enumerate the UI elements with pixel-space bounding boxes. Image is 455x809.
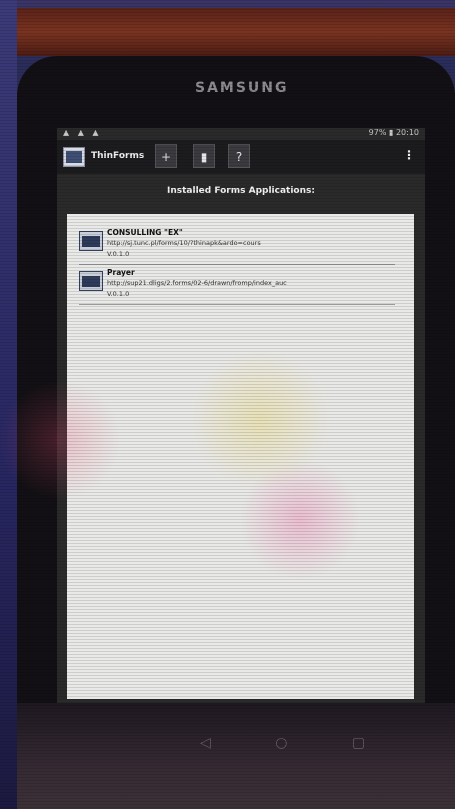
list-item[interactable]: Prayer http://sup21.dligs/2.forms/02-6/d… bbox=[79, 268, 395, 305]
form-version: V.0.1.0 bbox=[107, 250, 130, 258]
form-url: http://sup21.dligs/2.forms/02-6/drawn/fr… bbox=[107, 279, 287, 287]
status-bar: ▲ ▲ ▲ 97% ▮ 20:10 bbox=[57, 128, 425, 138]
page-title: Installed Forms Applications: bbox=[167, 186, 315, 196]
form-name: CONSULLING "EX" bbox=[107, 228, 183, 237]
device-screen: ▲ ▲ ▲ 97% ▮ 20:10 ThinForms + ▮ ? ⋮ Inst… bbox=[57, 128, 425, 703]
app-title: ThinForms bbox=[91, 151, 145, 161]
help-button[interactable]: ? bbox=[228, 144, 250, 168]
android-button[interactable]: ▮ bbox=[193, 144, 215, 168]
form-icon bbox=[79, 271, 103, 291]
notification-icons: ▲ ▲ ▲ bbox=[63, 128, 102, 137]
list-item[interactable]: CONSULLING "EX" http://sj.tunc.pl/forms/… bbox=[79, 228, 395, 265]
left-edge bbox=[0, 0, 17, 809]
status-right: 97% ▮ 20:10 bbox=[368, 128, 419, 137]
overflow-menu-icon[interactable]: ⋮ bbox=[403, 148, 415, 162]
add-form-button[interactable]: + bbox=[155, 144, 177, 168]
wood-surface bbox=[17, 8, 455, 56]
nav-keys: ◁ ○ ▢ bbox=[200, 735, 396, 751]
form-icon bbox=[79, 231, 103, 251]
action-bar: ThinForms + ▮ ? ⋮ bbox=[57, 140, 425, 174]
form-name: Prayer bbox=[107, 268, 135, 277]
brand-logo: SAMSUNG bbox=[195, 80, 289, 96]
form-url: http://sj.tunc.pl/forms/10/?thinapk&ardo… bbox=[107, 239, 261, 247]
photo-background: SAMSUNG ▲ ▲ ▲ 97% ▮ 20:10 ThinForms + ▮ … bbox=[0, 0, 455, 809]
app-icon bbox=[63, 147, 85, 167]
form-version: V.0.1.0 bbox=[107, 290, 130, 298]
forms-list: CONSULLING "EX" http://sj.tunc.pl/forms/… bbox=[67, 214, 414, 699]
tablet-bottom-bezel bbox=[17, 703, 455, 809]
